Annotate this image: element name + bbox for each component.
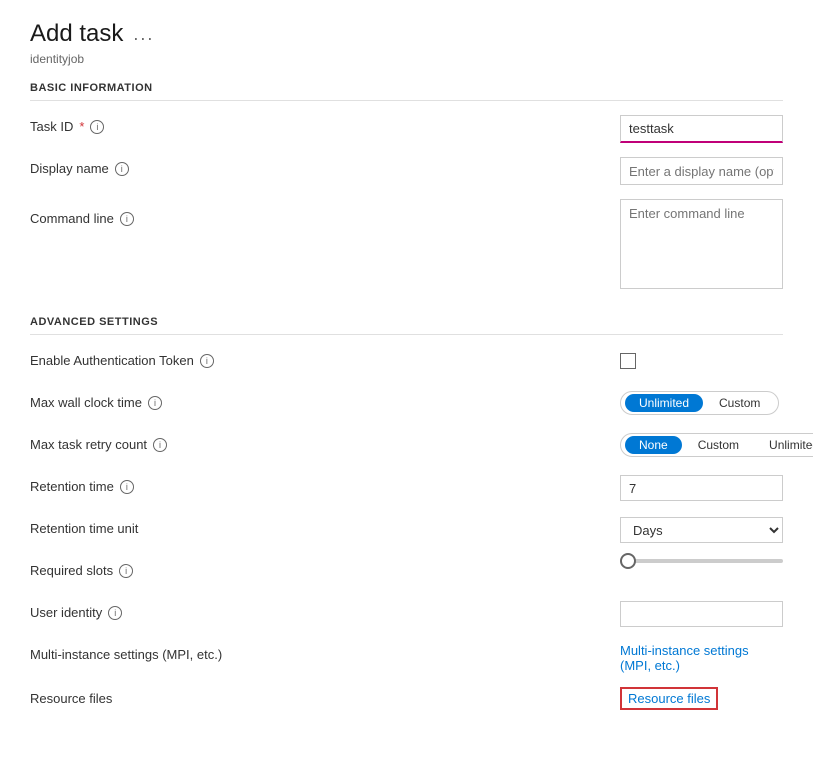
command-line-textarea[interactable]: [620, 199, 783, 289]
max-retry-unlimited-btn[interactable]: Unlimited: [755, 436, 813, 454]
task-id-row: Task ID * i: [30, 115, 783, 143]
max-wall-clock-toggle-group: Unlimited Custom: [620, 391, 779, 415]
retention-time-unit-label: Retention time unit: [30, 517, 620, 536]
max-retry-control: None Custom Unlimited: [620, 433, 813, 457]
advanced-section-header: ADVANCED SETTINGS: [30, 316, 783, 335]
basic-section-header: BASIC INFORMATION: [30, 82, 783, 101]
task-id-control: [620, 115, 783, 143]
resource-files-control: Resource files: [620, 687, 783, 710]
required-slots-slider-container: [620, 559, 783, 563]
resource-files-label: Resource files: [30, 687, 620, 706]
retention-time-unit-row: Retention time unit Days Hours Minutes S…: [30, 517, 783, 545]
page-title: Add task ...: [30, 20, 154, 48]
max-wall-clock-info-icon[interactable]: i: [148, 396, 162, 410]
user-identity-label: User identity i: [30, 601, 620, 620]
max-retry-custom-btn[interactable]: Custom: [684, 436, 753, 454]
retention-time-control: [620, 475, 783, 501]
mpi-settings-label: Multi-instance settings (MPI, etc.): [30, 643, 620, 662]
display-name-row: Display name i: [30, 157, 783, 185]
display-name-input[interactable]: [620, 157, 783, 185]
retention-time-row: Retention time i: [30, 475, 783, 503]
ellipsis-menu[interactable]: ...: [133, 24, 154, 45]
required-slots-info-icon[interactable]: i: [119, 564, 133, 578]
auth-token-label: Enable Authentication Token i: [30, 349, 620, 368]
resource-files-row: Resource files Resource files: [30, 687, 783, 715]
command-line-label: Command line i: [30, 199, 620, 226]
required-slots-label: Required slots i: [30, 559, 620, 578]
retention-time-label: Retention time i: [30, 475, 620, 494]
mpi-settings-row: Multi-instance settings (MPI, etc.) Mult…: [30, 643, 783, 673]
display-name-label: Display name i: [30, 157, 620, 176]
command-line-info-icon[interactable]: i: [120, 212, 134, 226]
max-retry-row: Max task retry count i None Custom Unlim…: [30, 433, 783, 461]
subtitle: identityjob: [30, 52, 783, 66]
required-indicator: *: [79, 119, 84, 134]
user-identity-row: User identity i: [30, 601, 783, 629]
task-id-input[interactable]: [620, 115, 783, 143]
command-line-row: Command line i: [30, 199, 783, 292]
retention-time-input[interactable]: [620, 475, 783, 501]
auth-token-row: Enable Authentication Token i: [30, 349, 783, 377]
task-id-label: Task ID * i: [30, 115, 620, 134]
display-name-control: [620, 157, 783, 185]
task-id-info-icon[interactable]: i: [90, 120, 104, 134]
auth-token-control: [620, 349, 783, 372]
retention-time-info-icon[interactable]: i: [120, 480, 134, 494]
user-identity-control: [620, 601, 783, 627]
max-wall-clock-control: Unlimited Custom: [620, 391, 783, 415]
resource-files-link[interactable]: Resource files: [620, 687, 718, 710]
max-retry-info-icon[interactable]: i: [153, 438, 167, 452]
auth-token-info-icon[interactable]: i: [200, 354, 214, 368]
retention-time-unit-control: Days Hours Minutes Seconds: [620, 517, 783, 543]
max-retry-toggle-group: None Custom Unlimited: [620, 433, 813, 457]
mpi-settings-control: Multi-instance settings (MPI, etc.): [620, 643, 783, 673]
display-name-info-icon[interactable]: i: [115, 162, 129, 176]
required-slots-control: [620, 559, 783, 563]
mpi-settings-link[interactable]: Multi-instance settings (MPI, etc.): [620, 643, 749, 673]
command-line-control: [620, 199, 783, 292]
max-wall-clock-row: Max wall clock time i Unlimited Custom: [30, 391, 783, 419]
required-slots-slider[interactable]: [620, 559, 783, 563]
max-wall-clock-label: Max wall clock time i: [30, 391, 620, 410]
max-retry-none-btn[interactable]: None: [625, 436, 682, 454]
max-retry-label: Max task retry count i: [30, 433, 620, 452]
max-wall-clock-custom-btn[interactable]: Custom: [705, 394, 774, 412]
required-slots-row: Required slots i: [30, 559, 783, 587]
retention-time-unit-select[interactable]: Days Hours Minutes Seconds: [620, 517, 783, 543]
auth-token-checkbox[interactable]: [620, 353, 636, 369]
max-wall-clock-unlimited-btn[interactable]: Unlimited: [625, 394, 703, 412]
advanced-settings-section: ADVANCED SETTINGS Enable Authentication …: [30, 316, 783, 715]
user-identity-info-icon[interactable]: i: [108, 606, 122, 620]
basic-information-section: BASIC INFORMATION Task ID * i Display na…: [30, 82, 783, 292]
user-identity-input[interactable]: [620, 601, 783, 627]
